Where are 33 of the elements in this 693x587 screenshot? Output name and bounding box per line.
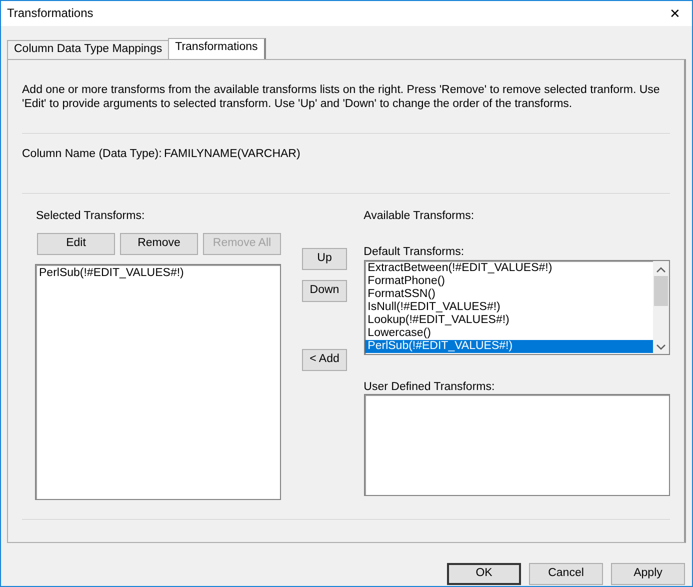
remove-button[interactable]: Remove [120, 233, 198, 256]
dialog-button[interactable]: Cancel [529, 563, 603, 585]
scroll-up-icon[interactable] [656, 266, 666, 274]
tab[interactable]: Column Data Type Mappings [7, 40, 170, 59]
move-button[interactable]: < Add [302, 349, 347, 372]
dialog-button[interactable]: OK [447, 563, 521, 585]
dialog-button[interactable]: Apply [611, 563, 685, 585]
scroll-down-icon[interactable] [656, 343, 666, 352]
selected-transforms-label: Selected Transforms: [36, 210, 146, 224]
user-defined-transforms-list[interactable] [364, 394, 670, 496]
selected-transforms-list[interactable]: PerlSub(!#EDIT_VALUES#!) [35, 264, 281, 500]
move-button[interactable]: Up [302, 248, 347, 270]
column-name-label: Column Name (Data Type): [22, 148, 163, 162]
window-title: Transformations [7, 6, 94, 21]
scrollbar[interactable] [653, 261, 669, 354]
list-item[interactable]: ExtractBetween(!#EDIT_VALUES#!) [364, 262, 653, 276]
user-defined-transforms-label: User Defined Transforms: [364, 381, 496, 394]
close-button[interactable]: ✕ [658, 1, 692, 26]
move-button[interactable]: Down [302, 280, 347, 302]
list-item[interactable]: IsNull(!#EDIT_VALUES#!) [364, 301, 653, 314]
list-item[interactable]: FormatPhone() [364, 275, 653, 288]
list-item[interactable]: FormatSSN() [364, 288, 653, 302]
instructions-text: Add one or more transforms from the available transforms lists on the right. Press 'Remove' to remove selected tranform. Use 'Edit' to provide arguments to selected transform. Use 'Up' and 'Down' to change the order of the transforms. [22, 84, 661, 112]
available-transforms-label: Available Transforms: [364, 210, 476, 224]
list-item[interactable]: PerlSub(!#EDIT_VALUES#!) [36, 267, 280, 280]
tab[interactable]: Transformations [168, 38, 266, 59]
column-name-value: FAMILYNAME(VARCHAR) [164, 148, 300, 162]
list-item[interactable]: PerlSub(!#EDIT_VALUES#!) [364, 340, 653, 354]
edit-button[interactable]: Edit [37, 233, 115, 256]
default-transforms-label: Default Transforms: [364, 246, 466, 260]
list-item[interactable]: Lookup(!#EDIT_VALUES#!) [364, 314, 653, 328]
list-item[interactable]: Lowercase() [364, 327, 653, 340]
scroll-thumb[interactable] [654, 276, 668, 306]
